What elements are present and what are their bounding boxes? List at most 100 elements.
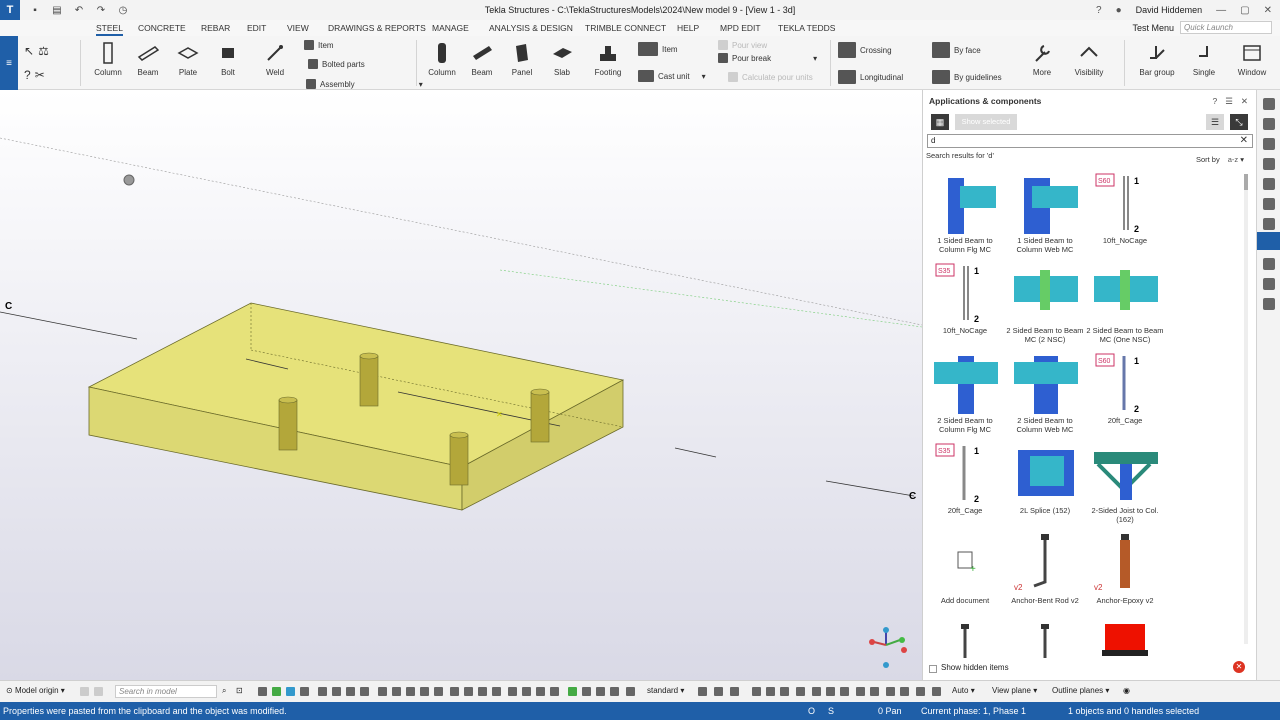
steel-weld-button[interactable]: Weld	[255, 42, 295, 77]
snap-icon[interactable]	[812, 687, 821, 696]
bar-group-button[interactable]: Bar group	[1137, 42, 1177, 77]
list-icon[interactable]: ☰	[1225, 96, 1233, 107]
steel-item-button[interactable]: Item	[304, 40, 334, 50]
sort-by-control[interactable]: Sort by a-z ▾	[1196, 155, 1244, 164]
zoom-search-icon[interactable]: ⊡	[236, 686, 243, 695]
model-canvas[interactable]: C C ✕	[0, 90, 922, 680]
select-icon[interactable]	[420, 687, 429, 696]
snap-icon[interactable]	[916, 687, 925, 696]
select-icon[interactable]	[434, 687, 443, 696]
save-icon[interactable]: ▪	[28, 5, 42, 16]
snap-icon[interactable]	[582, 687, 591, 696]
component-item[interactable]: 2 Sided Beam to Column Web MC	[1005, 352, 1085, 434]
tab-concrete[interactable]: CONCRETE	[138, 20, 186, 36]
help-icon[interactable]: ?	[1096, 5, 1102, 16]
pour-break-button[interactable]: Pour break ▾	[718, 53, 817, 63]
gear-icon[interactable]	[1263, 198, 1275, 210]
tab-trimble-connect[interactable]: TRIMBLE CONNECT	[585, 20, 666, 36]
eye-icon[interactable]	[730, 687, 739, 696]
clear-search-icon[interactable]: ✕	[1240, 135, 1248, 147]
cast-unit-button[interactable]: Cast unit ▾	[638, 70, 706, 82]
tab-help[interactable]: HELP	[677, 20, 699, 36]
redo-icon[interactable]: ↷	[94, 5, 108, 16]
snap-icon[interactable]	[886, 687, 895, 696]
snap-icon[interactable]	[766, 687, 775, 696]
outline-planes-dropdown[interactable]: Outline planes ▾	[1052, 686, 1109, 695]
snap-icon[interactable]	[596, 687, 605, 696]
select-icon[interactable]	[272, 687, 281, 696]
window-button[interactable]: Window	[1232, 42, 1272, 77]
steel-column-button[interactable]: Column	[88, 42, 128, 77]
concrete-panel-button[interactable]: Panel	[502, 42, 542, 77]
snap-icon[interactable]	[780, 687, 789, 696]
component-item[interactable]: 2-Sided Joist to Col. (162)	[1085, 442, 1165, 524]
concrete-slab-button[interactable]: Slab	[542, 42, 582, 77]
snap-tools[interactable]: ? ✂	[24, 68, 45, 82]
search-icon[interactable]: ⌕	[222, 686, 226, 696]
expand-icon[interactable]: ⤡	[1230, 114, 1248, 130]
grid-view-button[interactable]: ▦	[931, 114, 949, 130]
clock-icon[interactable]: ◷	[116, 5, 130, 16]
steel-plate-button[interactable]: Plate	[168, 42, 208, 77]
concrete-item-button[interactable]: Item	[638, 42, 678, 56]
select-icon[interactable]	[492, 687, 501, 696]
bolted-parts-button[interactable]: Bolted parts	[308, 59, 365, 69]
tab-steel[interactable]: STEEL	[96, 20, 123, 36]
tab-edit[interactable]: EDIT	[247, 20, 266, 36]
show-hidden-checkbox[interactable]	[929, 665, 937, 673]
globe-icon[interactable]	[1263, 158, 1275, 170]
query-icon[interactable]: ?	[24, 68, 31, 82]
forward-icon[interactable]	[1263, 98, 1275, 110]
snap-icon[interactable]	[610, 687, 619, 696]
undo-icon[interactable]: ↶	[72, 5, 86, 16]
snap-icon[interactable]	[900, 687, 909, 696]
column[interactable]	[449, 431, 469, 486]
select-icon[interactable]	[392, 687, 401, 696]
cube-icon[interactable]	[1263, 218, 1275, 230]
component-item[interactable]: S60 1 2 20ft_Cage	[1085, 352, 1165, 425]
scale-icon[interactable]: ⚖	[38, 44, 49, 58]
visibility-button[interactable]: Visibility	[1069, 42, 1109, 77]
snap-icon[interactable]	[714, 687, 723, 696]
select-icon[interactable]	[300, 687, 309, 696]
crossing-button[interactable]: Crossing	[838, 42, 892, 58]
tools-icon[interactable]: ✂	[35, 68, 45, 82]
close-button[interactable]: ✕	[1264, 5, 1272, 16]
tab-rebar[interactable]: REBAR	[201, 20, 230, 36]
select-icon[interactable]	[318, 687, 327, 696]
panel-scrollbar[interactable]	[1244, 174, 1248, 644]
component-item[interactable]: 2L Splice (152)	[1005, 442, 1085, 515]
select-icon[interactable]	[450, 687, 459, 696]
steel-bolt-button[interactable]: Bolt	[208, 42, 248, 77]
view-plane-dropdown[interactable]: View plane ▾	[992, 686, 1037, 695]
cloud-icon[interactable]	[1263, 178, 1275, 190]
restore-button[interactable]: ▢	[1240, 5, 1249, 16]
concrete-column-button[interactable]: Column	[422, 42, 462, 77]
select-icon[interactable]	[550, 687, 559, 696]
select-icon[interactable]	[258, 687, 267, 696]
model-origin-dropdown[interactable]: ⊙ Model origin ▾	[6, 686, 65, 695]
select-icon[interactable]	[360, 687, 369, 696]
eye-icon[interactable]: ◉	[1123, 686, 1130, 695]
more-button[interactable]: More	[1022, 42, 1062, 77]
concrete-beam-button[interactable]: Beam	[462, 42, 502, 77]
select-icon[interactable]	[378, 687, 387, 696]
component-item[interactable]: 2 Sided Beam to Beam MC (2 NSC)	[1005, 262, 1085, 344]
longitudinal-button[interactable]: Longitudinal	[838, 70, 903, 84]
snap-icon[interactable]	[870, 687, 879, 696]
snap-icon[interactable]	[840, 687, 849, 696]
document-icon[interactable]	[1263, 298, 1275, 310]
model-view-3d[interactable]: C C ✕	[0, 90, 922, 680]
snap-icon[interactable]	[698, 687, 707, 696]
component-item[interactable]: + Add document	[925, 532, 1005, 605]
search-icon[interactable]	[1263, 258, 1275, 270]
folder-icon[interactable]: ▤	[50, 5, 64, 16]
side-menu-icon[interactable]: ≡	[0, 36, 18, 90]
column[interactable]	[278, 396, 298, 451]
auto-dropdown[interactable]: Auto ▾	[952, 686, 975, 695]
component-item[interactable]: v2 Anchor-Epoxy v2	[1085, 532, 1165, 605]
settings-icon[interactable]	[1263, 118, 1275, 130]
component-item[interactable]: 2 Sided Beam to Beam MC (One NSC)	[1085, 262, 1165, 344]
close-red-icon[interactable]: ✕	[1233, 661, 1245, 673]
help-icon[interactable]: ?	[1213, 96, 1218, 107]
